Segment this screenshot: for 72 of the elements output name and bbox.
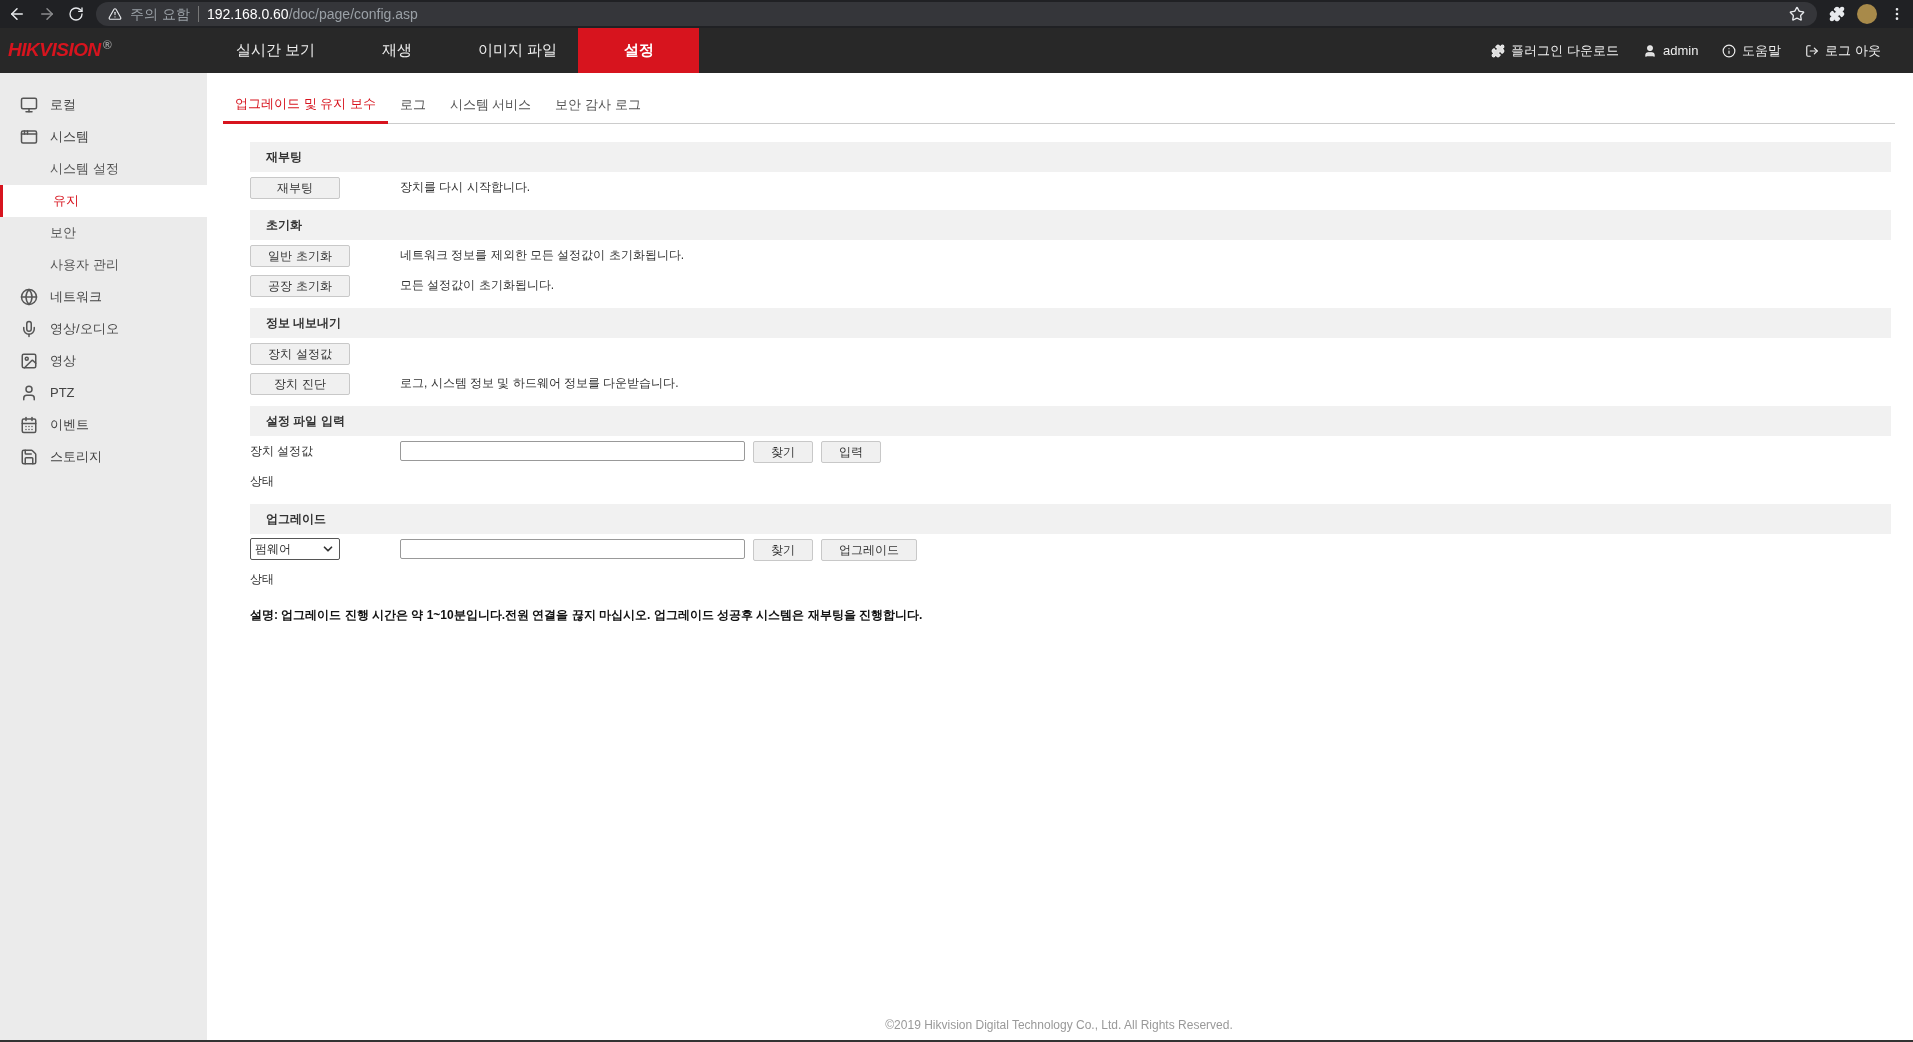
firmware-select[interactable]: 펌웨어 bbox=[250, 538, 340, 560]
description-text: 모든 설정값이 초기화됩니다. bbox=[400, 277, 554, 294]
action-button[interactable]: 장치 진단 bbox=[250, 373, 350, 395]
sidebar-item[interactable]: 영상/오디오 bbox=[0, 313, 207, 345]
sidebar-item[interactable]: 시스템 bbox=[0, 121, 207, 153]
address-bar[interactable]: 주의 요함 192.168.0.60/doc/page/config.asp bbox=[96, 2, 1817, 26]
security-warning: 주의 요함 bbox=[130, 4, 190, 24]
action-button[interactable]: 업그레이드 bbox=[821, 539, 917, 561]
action-button[interactable]: 일반 초기화 bbox=[250, 245, 350, 267]
action-button[interactable]: 장치 설정값 bbox=[250, 343, 350, 365]
calendar-icon bbox=[20, 416, 38, 434]
reload-icon[interactable] bbox=[68, 6, 84, 22]
sidebar-item[interactable]: 로컬 bbox=[0, 89, 207, 121]
sidebar-subitem[interactable]: 시스템 설정 bbox=[0, 153, 207, 185]
tab[interactable]: 업그레이드 및 유지 보수 bbox=[223, 86, 388, 124]
sidebar-item[interactable]: 네트워크 bbox=[0, 281, 207, 313]
sidebar-item[interactable]: 영상 bbox=[0, 345, 207, 377]
sidebar-subitem[interactable]: 사용자 관리 bbox=[0, 249, 207, 281]
section-header: 재부팅 bbox=[250, 142, 1891, 172]
copyright-text: ©2019 Hikvision Digital Technology Co., Ltd. All Rights Reserved. bbox=[884, 1017, 1234, 1034]
user-icon bbox=[1642, 43, 1657, 58]
sidebar-item[interactable]: PTZ bbox=[0, 377, 207, 409]
header-link[interactable]: 도움말 bbox=[1722, 40, 1782, 61]
forward-icon[interactable] bbox=[38, 5, 56, 23]
section-header: 설정 파일 입력 bbox=[250, 406, 1891, 436]
upgrade-note: 설명: 업그레이드 진행 시간은 약 1~10분입니다.전원 연결을 끊지 마십시오. 업그레이드 성공후 시스템은 재부팅을 진행합니다. bbox=[250, 607, 924, 624]
section-header: 정보 내보내기 bbox=[250, 308, 1891, 338]
status-label: 상태 bbox=[250, 473, 274, 490]
person-icon bbox=[20, 384, 38, 402]
tab[interactable]: 보안 감사 로그 bbox=[543, 86, 653, 124]
section-header: 초기화 bbox=[250, 210, 1891, 240]
extensions-icon[interactable] bbox=[1829, 6, 1845, 22]
sidebar-item[interactable]: 스토리지 bbox=[0, 441, 207, 473]
url-text: 192.168.0.60/doc/page/config.asp bbox=[206, 4, 418, 24]
description-text: 장치를 다시 시작합니다. bbox=[400, 179, 530, 196]
nav-tab[interactable]: 설정 bbox=[578, 28, 699, 73]
microphone-icon bbox=[20, 320, 38, 338]
sidebar-item[interactable]: 이벤트 bbox=[0, 409, 207, 441]
file-path-field[interactable] bbox=[400, 539, 745, 559]
field-label: 장치 설정값 bbox=[250, 443, 315, 460]
sidebar-subitem[interactable]: 유지 bbox=[0, 185, 207, 217]
section-header: 업그레이드 bbox=[250, 504, 1891, 534]
logo: HIKVISION® bbox=[8, 37, 112, 63]
action-button[interactable]: 찾기 bbox=[753, 539, 813, 561]
back-icon[interactable] bbox=[8, 5, 26, 23]
action-button[interactable]: 공장 초기화 bbox=[250, 275, 350, 297]
info-icon bbox=[1722, 43, 1737, 58]
header-link[interactable]: 로그 아웃 bbox=[1805, 40, 1881, 61]
action-button[interactable]: 입력 bbox=[821, 441, 881, 463]
header-link[interactable]: admin bbox=[1642, 40, 1699, 61]
image-icon bbox=[20, 352, 38, 370]
tab[interactable]: 로그 bbox=[387, 86, 438, 124]
action-button[interactable]: 찾기 bbox=[753, 441, 813, 463]
window-icon bbox=[20, 128, 38, 146]
globe-icon bbox=[20, 288, 38, 306]
warning-icon bbox=[108, 7, 122, 21]
monitor-icon bbox=[20, 96, 38, 114]
header-link[interactable]: 플러그인 다운로드 bbox=[1491, 40, 1619, 61]
nav-tab[interactable]: 실시간 보기 bbox=[215, 28, 336, 73]
profile-avatar[interactable] bbox=[1857, 4, 1877, 24]
status-label: 상태 bbox=[250, 571, 274, 588]
file-path-field[interactable] bbox=[400, 441, 745, 461]
action-button[interactable]: 재부팅 bbox=[250, 177, 340, 199]
bookmark-star-icon[interactable] bbox=[1789, 6, 1805, 22]
sidebar-subitem[interactable]: 보안 bbox=[0, 217, 207, 249]
puzzle-icon bbox=[1491, 43, 1506, 58]
description-text: 네트워크 정보를 제외한 모든 설정값이 초기화됩니다. bbox=[400, 247, 684, 264]
nav-tab[interactable]: 재생 bbox=[336, 28, 457, 73]
description-text: 로그, 시스템 정보 및 하드웨어 정보를 다운받습니다. bbox=[400, 375, 679, 392]
logout-icon bbox=[1805, 43, 1820, 58]
tab[interactable]: 시스템 서비스 bbox=[437, 86, 544, 124]
nav-tab[interactable]: 이미지 파일 bbox=[457, 28, 578, 73]
